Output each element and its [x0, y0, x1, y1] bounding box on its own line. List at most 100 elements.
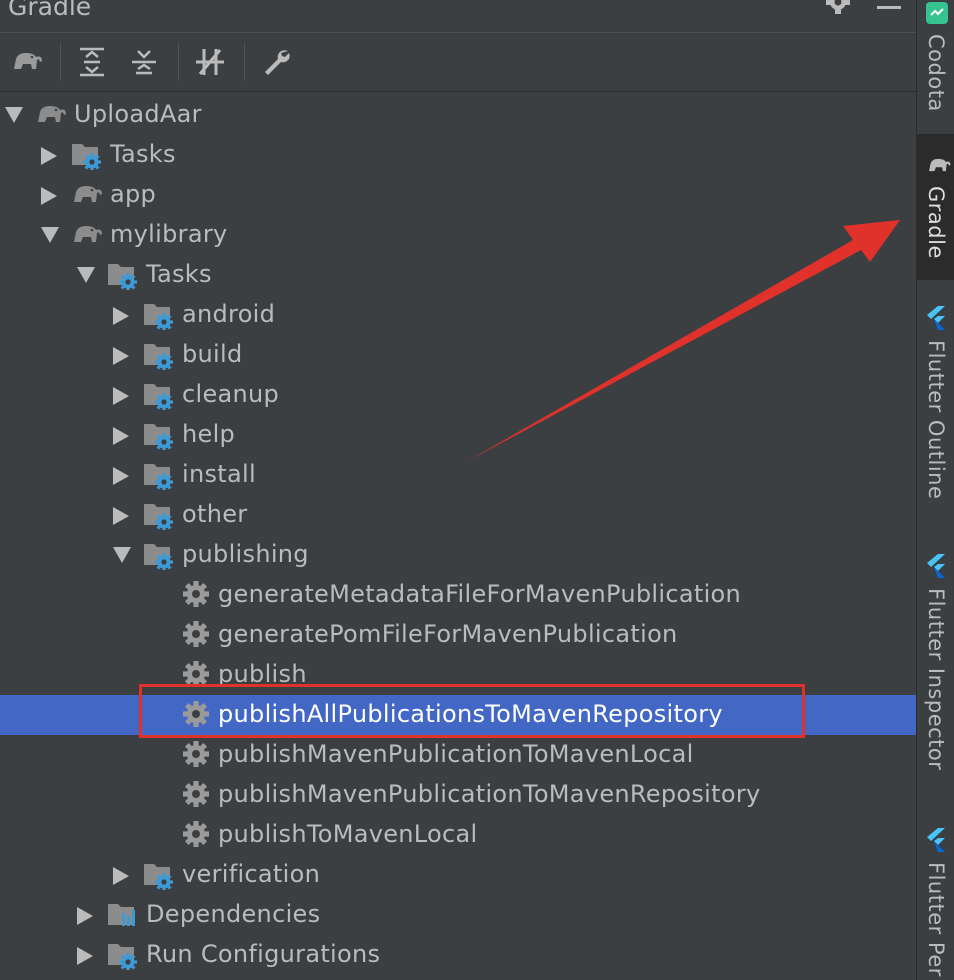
chevron-right-icon[interactable] [40, 146, 58, 170]
tree-node-label: help [182, 420, 236, 448]
task-row[interactable]: publishMavenPublicationToMavenRepository [0, 775, 916, 815]
tree-node-row[interactable]: Run Configurations [0, 935, 916, 975]
annotation-highlight-box [139, 684, 805, 738]
tree-node-row[interactable]: other [0, 495, 916, 535]
gradle-refresh-button[interactable] [10, 47, 44, 79]
tree-node-row[interactable]: Tasks [0, 135, 916, 175]
sidebar-tab-label: Gradle [924, 186, 948, 259]
toolbar-separator [178, 43, 179, 81]
tree-node-row[interactable]: publishing [0, 535, 916, 575]
right-tool-strip: Codota Gradle Flutter Outline Flutter In… [916, 0, 954, 980]
tree-node-row[interactable]: install [0, 455, 916, 495]
tool-window-title: Gradle [8, 0, 92, 21]
elephant-icon [14, 53, 42, 69]
tree-node-label: Tasks [110, 140, 176, 168]
tree-node-row[interactable]: help [0, 415, 916, 455]
tree-node-row[interactable]: Dependencies [0, 895, 916, 935]
flutter-icon [926, 828, 946, 856]
tree-node-row[interactable]: mylibrary [0, 215, 916, 255]
gear-icon [182, 620, 210, 652]
collapse-all-icon [132, 50, 156, 75]
chevron-down-icon[interactable] [76, 266, 96, 288]
chevron-right-icon[interactable] [112, 866, 130, 890]
toggle-offline-icon [196, 49, 224, 75]
tree-node-label: android [182, 300, 276, 328]
chevron-down-icon[interactable] [112, 546, 132, 568]
chevron-right-icon[interactable] [76, 906, 94, 930]
tree-node-row[interactable]: UploadAar [0, 95, 916, 135]
sidebar-tab-label: Codota [924, 34, 948, 112]
task-folder-icon [106, 260, 140, 294]
tree-node-label: publishToMavenLocal [218, 820, 478, 848]
task-row[interactable]: publishToMavenLocal [0, 815, 916, 855]
expand-all-icon [80, 47, 104, 77]
tree-node-row[interactable]: Tasks [0, 255, 916, 295]
gradle-toolbar [0, 32, 916, 92]
sidebar-tab-flutter-inspector[interactable]: Flutter Inspector [917, 550, 954, 785]
tree-node-label: UploadAar [74, 100, 202, 128]
task-folder-icon [142, 340, 176, 374]
sidebar-tab-flutter-outline[interactable]: Flutter Outline [917, 300, 954, 510]
task-row[interactable]: publishMavenPublicationToMavenLocal [0, 735, 916, 775]
tree-node-row[interactable]: android [0, 295, 916, 335]
task-folder-icon [142, 380, 176, 414]
task-row[interactable]: generatePomFileForMavenPublication [0, 615, 916, 655]
tree-node-label: Tasks [146, 260, 212, 288]
toolbar-separator [60, 43, 61, 81]
task-folder-icon [142, 540, 176, 574]
build-settings-button[interactable] [262, 47, 292, 81]
tree-node-label: Dependencies [146, 900, 321, 928]
tree-node-row[interactable]: build [0, 335, 916, 375]
sidebar-tab-flutter-performance[interactable]: Flutter Per [917, 826, 954, 980]
chevron-right-icon[interactable] [112, 306, 130, 330]
chevron-right-icon[interactable] [40, 186, 58, 210]
elephant-icon [926, 154, 952, 180]
tree-node-label: build [182, 340, 243, 368]
sidebar-tab-gradle[interactable]: Gradle [917, 134, 954, 280]
dependencies-folder-icon [106, 900, 140, 934]
gear-icon [182, 780, 210, 812]
minimize-icon[interactable] [877, 6, 901, 9]
tree-node-row[interactable]: verification [0, 855, 916, 895]
task-folder-icon [142, 860, 176, 894]
tree-node-label: other [182, 500, 248, 528]
tree-node-label: mylibrary [110, 220, 228, 248]
tree-node-row[interactable]: app [0, 175, 916, 215]
tree-node-label: publishMavenPublicationToMavenRepository [218, 780, 761, 808]
task-folder-icon [142, 460, 176, 494]
chevron-down-icon[interactable] [40, 226, 60, 248]
task-folder-icon [142, 300, 176, 334]
tree-node-label: cleanup [182, 380, 280, 408]
tree-node-row[interactable]: cleanup [0, 375, 916, 415]
chevron-right-icon[interactable] [112, 386, 130, 410]
gear-icon [182, 820, 210, 852]
collapse-all-button[interactable] [130, 47, 158, 81]
task-folder-icon [106, 940, 140, 974]
sidebar-tab-codota[interactable]: Codota [917, 0, 954, 128]
gear-icon [182, 580, 210, 612]
chevron-right-icon[interactable] [112, 506, 130, 530]
elephant-icon [70, 180, 104, 212]
tree-node-label: app [110, 180, 157, 208]
tree-node-label: generatePomFileForMavenPublication [218, 620, 678, 648]
toolbar-separator [244, 43, 245, 81]
task-folder-icon [142, 500, 176, 534]
task-row[interactable]: generateMetadataFileForMavenPublication [0, 575, 916, 615]
chevron-right-icon[interactable] [112, 346, 130, 370]
expand-all-button[interactable] [78, 47, 106, 81]
chevron-right-icon[interactable] [112, 466, 130, 490]
gear-icon[interactable] [824, 0, 852, 22]
tree-node-label: install [182, 460, 256, 488]
sidebar-tab-label: Flutter Inspector [924, 588, 948, 771]
elephant-icon [34, 100, 68, 132]
elephant-icon [70, 220, 104, 252]
chevron-right-icon[interactable] [112, 426, 130, 450]
tree-node-label: verification [182, 860, 321, 888]
chevron-down-icon[interactable] [4, 106, 24, 128]
task-folder-icon [142, 420, 176, 454]
chevron-right-icon[interactable] [76, 946, 94, 970]
flutter-icon [926, 554, 946, 582]
gear-icon [182, 740, 210, 772]
tree-node-label: Run Configurations [146, 940, 381, 968]
toggle-offline-button[interactable] [194, 47, 226, 81]
